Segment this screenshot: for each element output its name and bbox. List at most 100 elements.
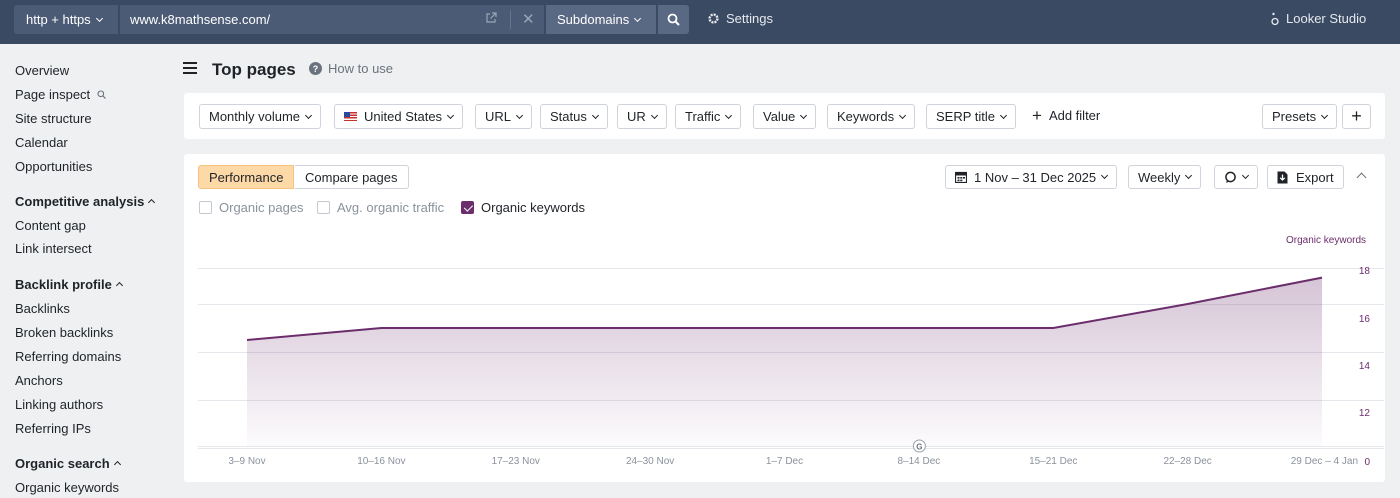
area-chart: 18 16 14 12 0 3–9 Nov 10–16 Nov 17–23 Nov 24–30 …: [198, 266, 1384, 468]
x-tick-label: 24–30 Nov: [626, 456, 674, 467]
filter-url[interactable]: URL: [475, 104, 533, 129]
external-link-icon[interactable]: [485, 12, 497, 27]
filter-keywords[interactable]: Keywords: [827, 104, 916, 129]
chevron-down-icon: [1321, 111, 1329, 119]
chevron-down-icon: [725, 111, 733, 119]
y-tick-label: 18: [1359, 266, 1371, 277]
y-tick-label: 16: [1359, 314, 1371, 325]
filter-label: Traffic: [685, 109, 721, 124]
chevron-down-icon: [305, 111, 313, 119]
section-label: Competitive analysis: [15, 194, 145, 209]
protocol-dropdown[interactable]: http + https: [14, 5, 118, 34]
chevron-down-icon: [650, 111, 658, 119]
chevron-down-icon: [515, 111, 524, 119]
menu-icon[interactable]: [183, 62, 197, 74]
looker-studio-button[interactable]: Looker Studio: [1270, 11, 1366, 26]
filter-monthly-volume[interactable]: Monthly volume: [199, 104, 322, 129]
chart-panel: Performance Compare pages 1 Nov – 31 Dec…: [184, 154, 1385, 482]
sidebar-item-broken-backlinks[interactable]: Broken backlinks: [15, 325, 113, 340]
annotation-label: G: [916, 443, 922, 452]
sidebar-item-calendar[interactable]: Calendar: [15, 135, 68, 150]
looker-icon: [1271, 12, 1279, 25]
chevron-up-icon: [113, 460, 121, 469]
sidebar: Overview Page inspect Site structure Cal…: [0, 44, 170, 498]
filter-traffic[interactable]: Traffic: [675, 104, 742, 129]
top-bar: http + https www.k8mathsense.com/ ✕ Subd…: [0, 0, 1400, 44]
page-title: Top pages: [212, 60, 296, 79]
filter-ur[interactable]: UR: [617, 104, 667, 129]
divider: [510, 10, 511, 29]
y-tick-label: 14: [1359, 361, 1371, 372]
sidebar-item-organic-keywords[interactable]: Organic keywords: [15, 480, 119, 495]
filter-label: Value: [763, 109, 796, 124]
sidebar-section-competitive[interactable]: Competitive analysis: [15, 194, 156, 209]
sidebar-item-referring-domains[interactable]: Referring domains: [15, 349, 121, 364]
help-icon: ?: [309, 62, 322, 75]
chevron-up-icon: [148, 198, 156, 207]
clear-icon[interactable]: ✕: [522, 10, 535, 28]
y-tick-label: 0: [1364, 457, 1370, 468]
how-to-use-label: How to use: [328, 61, 394, 76]
chevron-down-icon: [447, 111, 455, 119]
search-button[interactable]: [658, 5, 689, 34]
subdomains-dropdown[interactable]: Subdomains: [546, 5, 656, 34]
filter-country[interactable]: United States: [334, 104, 464, 129]
sidebar-item-site-structure[interactable]: Site structure: [15, 111, 92, 126]
x-tick-label: 3–9 Nov: [228, 456, 265, 467]
filter-label: SERP title: [936, 109, 996, 124]
search-icon: [97, 90, 106, 99]
sidebar-item-content-gap[interactable]: Content gap: [15, 218, 86, 233]
how-to-use-link[interactable]: ? How to use: [309, 61, 393, 76]
url-text: www.k8mathsense.com/: [130, 12, 271, 27]
url-input[interactable]: www.k8mathsense.com/ ✕: [120, 5, 544, 34]
settings-label: Settings: [726, 11, 773, 26]
chevron-down-icon: [634, 14, 642, 22]
section-label: Backlink profile: [15, 277, 112, 292]
sidebar-section-organic[interactable]: Organic search: [15, 456, 121, 471]
search-icon: [667, 13, 680, 26]
section-label: Organic search: [15, 456, 110, 471]
us-flag-icon: [344, 112, 357, 121]
sidebar-item-overview[interactable]: Overview: [15, 63, 69, 78]
chevron-down-icon: [591, 111, 599, 119]
chevron-up-icon: [115, 281, 123, 290]
add-filter-button[interactable]: + Add filter: [1032, 106, 1101, 125]
filter-label: United States: [364, 109, 443, 124]
x-tick-label: 8–14 Dec: [897, 456, 940, 467]
sidebar-item-linking-authors[interactable]: Linking authors: [15, 397, 103, 412]
protocol-label: http + https: [26, 12, 91, 27]
x-tick-label: 22–28 Dec: [1163, 456, 1211, 467]
chevron-down-icon: [999, 111, 1008, 119]
sidebar-item-anchors[interactable]: Anchors: [15, 373, 63, 388]
settings-button[interactable]: Settings: [707, 11, 773, 26]
filter-label: Status: [550, 109, 587, 124]
filter-value[interactable]: Value: [753, 104, 817, 129]
x-tick-label: 10–16 Nov: [357, 456, 405, 467]
presets-label: Presets: [1272, 109, 1317, 124]
plus-icon: +: [1351, 106, 1362, 126]
filter-status[interactable]: Status: [540, 104, 608, 129]
sidebar-item-backlinks[interactable]: Backlinks: [15, 301, 70, 316]
sidebar-item-opportunities[interactable]: Opportunities: [15, 159, 92, 174]
sidebar-item-referring-ips[interactable]: Referring IPs: [15, 421, 91, 436]
sidebar-item-page-inspect[interactable]: Page inspect: [15, 87, 106, 102]
x-tick-label: 1–7 Dec: [766, 456, 803, 467]
chevron-down-icon: [800, 111, 808, 119]
x-tick-label: 15–21 Dec: [1029, 456, 1077, 467]
sidebar-section-backlink[interactable]: Backlink profile: [15, 277, 123, 292]
sidebar-item-link-intersect[interactable]: Link intersect: [15, 241, 92, 256]
presets-dropdown[interactable]: Presets: [1262, 104, 1338, 129]
add-filter-label: Add filter: [1048, 108, 1101, 123]
series-area: [247, 277, 1322, 446]
subdomains-label: Subdomains: [557, 12, 630, 27]
filter-label: Monthly volume: [209, 109, 301, 124]
filter-label: UR: [627, 109, 646, 124]
filter-serp-title[interactable]: SERP title: [926, 104, 1017, 129]
x-tick-label: 17–23 Nov: [492, 456, 540, 467]
y-tick-label: 12: [1359, 408, 1371, 419]
filter-label: Keywords: [837, 109, 895, 124]
plus-icon: +: [1032, 106, 1042, 125]
looker-label: Looker Studio: [1286, 11, 1367, 26]
add-button[interactable]: +: [1342, 104, 1371, 129]
sidebar-item-label: Page inspect: [15, 87, 91, 102]
